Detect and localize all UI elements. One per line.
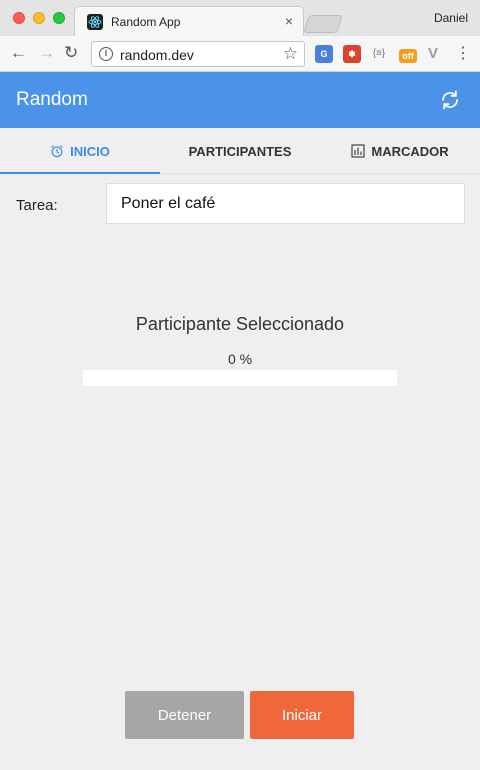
- tab-inicio[interactable]: INICIO: [0, 128, 160, 174]
- tab-participantes-label: PARTICIPANTES: [188, 143, 292, 159]
- reload-icon[interactable]: ↻: [64, 43, 78, 63]
- react-favicon-icon: [87, 14, 103, 30]
- bar-chart-icon: [351, 144, 365, 158]
- window-titlebar: Random App × Daniel: [0, 0, 480, 36]
- tab-marcador[interactable]: MARCADOR: [320, 128, 480, 174]
- json-extension-icon[interactable]: {≡}: [370, 45, 388, 63]
- progress-bar: [83, 370, 397, 386]
- close-window-button[interactable]: [13, 12, 25, 24]
- tab-title: Random App: [111, 15, 181, 29]
- profile-name[interactable]: Daniel: [434, 11, 468, 25]
- task-label: Tarea:: [16, 197, 58, 214]
- off-extension-icon[interactable]: off: [399, 49, 417, 63]
- zoom-window-button[interactable]: [53, 12, 65, 24]
- stop-button[interactable]: Detener: [125, 691, 244, 739]
- tab-close-icon[interactable]: ×: [285, 13, 293, 29]
- bookmark-star-icon[interactable]: ☆: [283, 44, 298, 64]
- selected-participant-title: Participante Seleccionado: [135, 314, 345, 334]
- address-bar[interactable]: i random.dev ☆: [91, 41, 305, 67]
- task-input[interactable]: [106, 183, 465, 224]
- vue-extension-icon[interactable]: V: [424, 45, 442, 63]
- minimize-window-button[interactable]: [33, 12, 45, 24]
- translate-extension-icon[interactable]: G: [315, 45, 333, 63]
- browser-tab[interactable]: Random App ×: [74, 6, 304, 36]
- active-tab-indicator: [0, 172, 160, 174]
- browser-toolbar: ← → ↻ i random.dev ☆ G ✱ {≡} off V ⋮: [0, 36, 480, 72]
- back-arrow-icon[interactable]: ←: [10, 43, 27, 63]
- forward-arrow-icon[interactable]: →: [38, 43, 55, 63]
- start-button[interactable]: Iniciar: [250, 691, 354, 739]
- tab-marcador-label: MARCADOR: [371, 143, 449, 159]
- tab-bar: INICIO PARTICIPANTES MARCADOR: [0, 128, 480, 174]
- progress-percent: 0 %: [227, 351, 253, 367]
- url-text[interactable]: random.dev: [120, 47, 194, 63]
- app-header: Random: [0, 72, 480, 128]
- bug-extension-icon[interactable]: ✱: [343, 45, 361, 63]
- info-icon[interactable]: i: [99, 47, 113, 61]
- browser-menu-icon[interactable]: ⋮: [455, 44, 471, 64]
- tab-participantes[interactable]: PARTICIPANTES: [160, 128, 320, 174]
- new-tab-button[interactable]: [303, 15, 343, 33]
- app-title: Random: [16, 89, 88, 110]
- main-content: Tarea: Participante Seleccionado 0 % Det…: [0, 175, 480, 770]
- refresh-icon[interactable]: [439, 89, 461, 111]
- tab-inicio-label: INICIO: [70, 143, 110, 159]
- alarm-clock-icon: [50, 144, 64, 158]
